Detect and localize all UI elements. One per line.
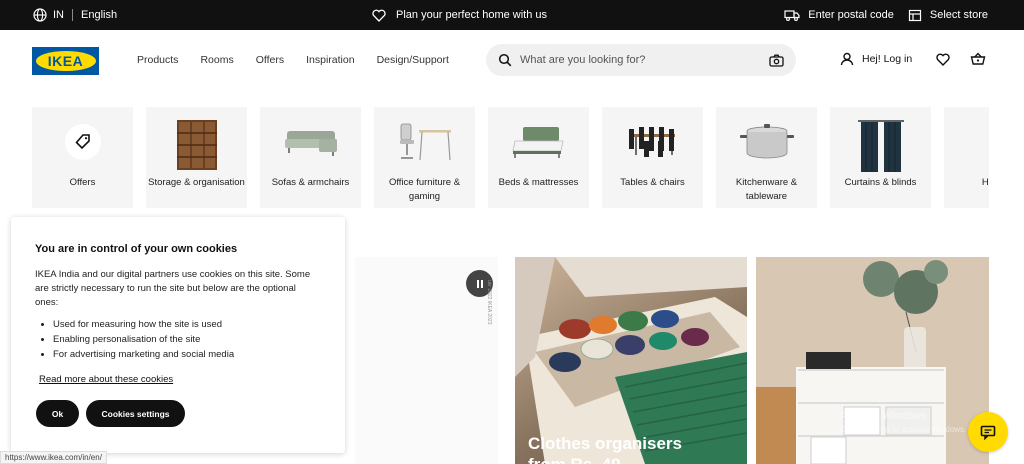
list-item: Enabling personalisation of the site — [53, 333, 321, 347]
category-storage[interactable]: Storage & organisation — [146, 107, 247, 208]
category-sofas[interactable]: Sofas & armchairs — [260, 107, 361, 208]
read-more-cookies-link[interactable]: Read more about these cookies — [39, 373, 173, 387]
cookie-consent-dialog: You are in control of your own cookies I… — [11, 217, 345, 453]
cookies-settings-button[interactable]: Cookies settings — [86, 400, 185, 427]
top-bar: IN English Plan your perfect home with u… — [0, 0, 1024, 30]
category-label: Storage & organisation — [148, 177, 245, 188]
tag-icon — [74, 134, 90, 150]
category-image — [32, 117, 133, 167]
logo-oval: IKEA — [35, 51, 96, 71]
nav-products[interactable]: Products — [137, 54, 178, 66]
postal-code-button[interactable]: Enter postal code — [784, 9, 894, 21]
status-bar-url: https://www.ikea.com/in/en/ — [0, 451, 107, 464]
country-code: IN — [53, 9, 64, 21]
category-home[interactable]: Home — [944, 107, 989, 208]
main-header: IKEA Products Rooms Offers Inspiration D… — [0, 30, 1024, 94]
sofa-icon — [260, 117, 361, 167]
hero-tile-title: Clothes organisers from Rs. 49 — [528, 433, 682, 464]
search-icon — [498, 53, 512, 67]
category-label: Tables & chairs — [620, 177, 685, 188]
store-icon — [908, 9, 922, 21]
home-decor-icon — [944, 117, 989, 167]
search-bar[interactable]: What are you looking for? — [486, 44, 796, 76]
windows-activation-watermark: Activate Windows Go to Settings to activ… — [840, 409, 966, 437]
list-item: Used for measuring how the site is used — [53, 318, 321, 332]
postal-code-label: Enter postal code — [808, 9, 894, 21]
category-label: Home — [981, 177, 989, 188]
cookie-body: IKEA India and our digital partners use … — [35, 269, 311, 308]
category-label: Offers — [69, 177, 96, 188]
language-label: English — [81, 9, 118, 21]
logo-text: IKEA — [47, 53, 84, 69]
bookcase-icon — [146, 117, 247, 170]
main-nav: Products Rooms Offers Inspiration Design… — [137, 54, 471, 66]
category-label: Beds & mattresses — [498, 177, 579, 188]
select-store-button[interactable]: Select store — [908, 9, 988, 22]
ikea-logo[interactable]: IKEA — [32, 47, 99, 75]
hero-tile-title-line2: from Rs. 49 — [528, 454, 682, 464]
cart-icon[interactable] — [970, 52, 986, 66]
nav-design-support[interactable]: Design/Support — [377, 54, 449, 66]
watermark-line1: Activate Windows — [840, 410, 927, 422]
category-beds[interactable]: Beds & mattresses — [488, 107, 589, 208]
nav-inspiration[interactable]: Inspiration — [306, 54, 354, 66]
heart-icon[interactable] — [936, 53, 950, 66]
pause-icon — [476, 279, 483, 288]
nav-offers[interactable]: Offers — [256, 54, 284, 66]
category-label: Curtains & blinds — [844, 177, 917, 188]
category-label: Sofas & armchairs — [271, 177, 350, 188]
truck-icon — [784, 10, 800, 21]
watermark-line2: Go to Settings to activate Windows. — [840, 425, 967, 434]
category-kitchenware[interactable]: Kitchenware & tableware — [716, 107, 817, 208]
category-offers[interactable]: Offers — [32, 107, 133, 208]
dining-set-icon — [602, 117, 703, 167]
hero-tile-shelving[interactable]: Activate Windows Go to Settings to activ… — [756, 257, 989, 464]
divider — [72, 9, 73, 21]
category-curtains[interactable]: Curtains & blinds — [830, 107, 931, 208]
curtain-icon — [830, 117, 931, 172]
category-row: Offers Storage & organisation Sofas & ar… — [32, 107, 989, 209]
camera-icon[interactable] — [769, 54, 784, 67]
category-office[interactable]: Office furniture & gaming — [374, 107, 475, 208]
vertical-caption: ukr 2022 IKEA 2023 — [486, 280, 492, 325]
topbar-actions: Enter postal code Select store — [784, 0, 988, 30]
header-actions: Hej! Log in — [840, 52, 986, 66]
cookie-title: You are in control of your own cookies — [35, 243, 238, 255]
globe-icon — [33, 8, 47, 22]
nav-rooms[interactable]: Rooms — [200, 54, 233, 66]
bed-icon — [488, 117, 589, 167]
promo-link[interactable]: Plan your perfect home with us — [372, 0, 547, 30]
cookie-purpose-list: Used for measuring how the site is used … — [53, 318, 321, 362]
chat-button[interactable] — [968, 412, 1008, 452]
login-link[interactable]: Hej! Log in — [862, 53, 912, 65]
chat-icon — [980, 425, 996, 440]
desk-chair-icon — [374, 117, 475, 167]
pot-icon — [716, 117, 817, 167]
category-label: Kitchenware & tableware — [735, 177, 798, 202]
heart-house-icon — [372, 9, 386, 22]
ok-button[interactable]: Ok — [36, 400, 79, 427]
hero-tile-title-line1: Clothes organisers — [528, 434, 682, 453]
category-label: Office furniture & gaming — [388, 177, 461, 202]
user-icon[interactable] — [840, 52, 854, 66]
search-input[interactable]: What are you looking for? — [520, 54, 769, 66]
promo-text: Plan your perfect home with us — [396, 9, 548, 21]
list-item: For advertising marketing and social med… — [53, 348, 321, 362]
select-store-label: Select store — [929, 9, 988, 21]
hero-tile-clothes-organisers[interactable]: Clothes organisers from Rs. 49 — [515, 257, 747, 464]
locale-selector[interactable]: IN English — [33, 0, 117, 30]
category-tables[interactable]: Tables & chairs — [602, 107, 703, 208]
